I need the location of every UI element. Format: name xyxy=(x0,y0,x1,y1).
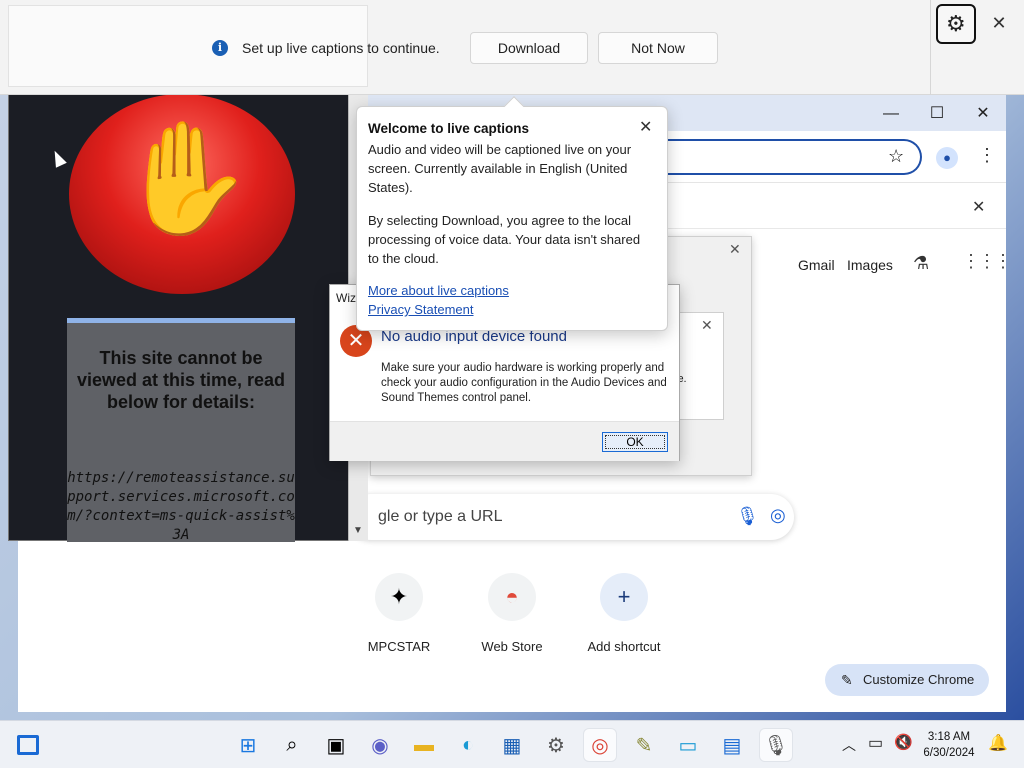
chat-icon[interactable]: ◉ xyxy=(364,729,396,761)
captions-message: Set up live captions to continue. xyxy=(242,40,440,56)
ntp-search-box[interactable]: gle or type a URL 🎙 ◎ xyxy=(348,494,794,540)
search-icon[interactable]: ⌕ xyxy=(276,729,308,761)
blocked-url: https://remoteassistance.support.service… xyxy=(67,470,295,543)
network-icon[interactable]: ▭ xyxy=(868,733,883,753)
shortcut-web-store[interactable]: ◓ Web Store xyxy=(464,573,560,654)
divider xyxy=(930,0,931,95)
start-windows-icon[interactable]: ⊞ xyxy=(232,729,264,761)
maximize-button[interactable]: ☐ xyxy=(914,101,960,127)
live-captions-popup: Welcome to live captions ✕ Audio and vid… xyxy=(356,96,668,331)
chrome-menu-icon[interactable]: ⋮ xyxy=(978,145,996,166)
bg2-close-icon[interactable]: ✕ xyxy=(701,317,713,334)
chrome-icon[interactable]: ◎ xyxy=(584,729,616,761)
shortcut-label: MPCSTAR xyxy=(367,639,431,654)
tool-icon[interactable]: ✎ xyxy=(628,729,660,761)
close-icon[interactable]: ✕ xyxy=(988,12,1010,34)
labs-flask-icon[interactable]: ⚗ xyxy=(913,253,929,274)
minimize-button[interactable]: — xyxy=(868,101,914,127)
clock[interactable]: 3:18 AM 6/30/2024 xyxy=(916,729,982,761)
infobar-close-icon[interactable]: ✕ xyxy=(972,197,985,217)
customize-label: Customize Chrome xyxy=(863,672,975,687)
notification-bell-icon[interactable]: 🔔 xyxy=(988,733,1008,753)
dialog-title-fragment: Wiz xyxy=(336,291,356,305)
popup-title: Welcome to live captions xyxy=(368,121,530,136)
privacy-statement-link[interactable]: Privacy Statement xyxy=(368,302,474,317)
info-icon: i xyxy=(212,40,228,56)
not-now-button[interactable]: Not Now xyxy=(598,32,718,64)
blocked-title: This site cannot be viewed at this time,… xyxy=(76,348,286,412)
remote-icon[interactable]: ▭ xyxy=(672,729,704,761)
voice-search-icon[interactable]: 🎙 xyxy=(736,506,759,527)
gear-icon[interactable]: ⚙ xyxy=(936,4,976,44)
task-view-icon[interactable]: ▣ xyxy=(320,729,352,761)
widgets-icon[interactable] xyxy=(12,729,44,761)
microphone-icon[interactable]: 🎙 xyxy=(760,729,792,761)
plus-icon: + xyxy=(600,573,648,621)
time-text: 3:18 AM xyxy=(927,731,971,743)
scroll-down-icon[interactable]: ▼ xyxy=(353,525,363,536)
apps-grid-icon[interactable]: ⋮⋮⋮ xyxy=(962,251,1012,272)
download-button[interactable]: Download xyxy=(470,32,588,64)
shortcut-mpcstar[interactable]: ✦ MPCSTAR xyxy=(351,573,447,654)
ok-button[interactable]: OK xyxy=(602,432,668,452)
stop-hand-icon: ✋ xyxy=(69,94,295,294)
popup-paragraph-2: By selecting Download, you agree to the … xyxy=(368,213,641,266)
shortcut-label: Web Store xyxy=(481,639,543,654)
lens-search-icon[interactable]: ◎ xyxy=(770,505,786,526)
edge-icon[interactable]: ◐ xyxy=(452,729,484,761)
window-close-button[interactable]: ✕ xyxy=(960,101,1006,127)
bookmark-star-icon[interactable]: ☆ xyxy=(888,146,904,167)
popup-close-icon[interactable]: ✕ xyxy=(639,117,652,137)
error-body: Make sure your audio hardware is working… xyxy=(381,362,667,404)
profile-avatar-icon[interactable]: ● xyxy=(936,147,958,169)
shortcut-add[interactable]: + Add shortcut xyxy=(576,573,672,654)
speaker-muted-icon[interactable]: 🔇 xyxy=(894,733,913,751)
file-explorer-icon[interactable]: ▬ xyxy=(408,729,440,761)
hand-glyph: ✋ xyxy=(117,117,254,240)
web-store-icon: ◓ xyxy=(488,573,536,621)
bg-close-icon[interactable]: ✕ xyxy=(729,241,741,258)
quick-assist-icon[interactable]: ▤ xyxy=(716,729,748,761)
customize-chrome-button[interactable]: ✎ Customize Chrome xyxy=(825,664,989,696)
date-text: 6/30/2024 xyxy=(923,747,975,759)
images-link[interactable]: Images xyxy=(847,257,893,273)
popup-paragraph-1: Audio and video will be captioned live o… xyxy=(368,142,632,195)
app-icon[interactable]: ⚙ xyxy=(540,729,572,761)
gmail-link[interactable]: Gmail xyxy=(798,257,835,273)
mpcstar-icon: ✦ xyxy=(375,573,423,621)
blocked-message-panel: This site cannot be viewed at this time,… xyxy=(67,318,295,543)
more-about-link[interactable]: More about live captions xyxy=(368,283,509,298)
shortcut-label: Add shortcut xyxy=(587,639,661,654)
taskbar: ⊞ ⌕ ▣ ◉ ▬ ◐ ▦ ⚙ ◎ ✎ ▭ ▤ 🎙 ︿ ▭ 🔇 3:18 AM … xyxy=(0,720,1024,768)
pencil-icon: ✎ xyxy=(841,672,853,688)
store-icon[interactable]: ▦ xyxy=(496,729,528,761)
search-placeholder: gle or type a URL xyxy=(378,508,503,525)
live-captions-bar: i Set up live captions to continue. Down… xyxy=(0,0,1024,95)
chevron-up-icon[interactable]: ︿ xyxy=(842,735,856,755)
